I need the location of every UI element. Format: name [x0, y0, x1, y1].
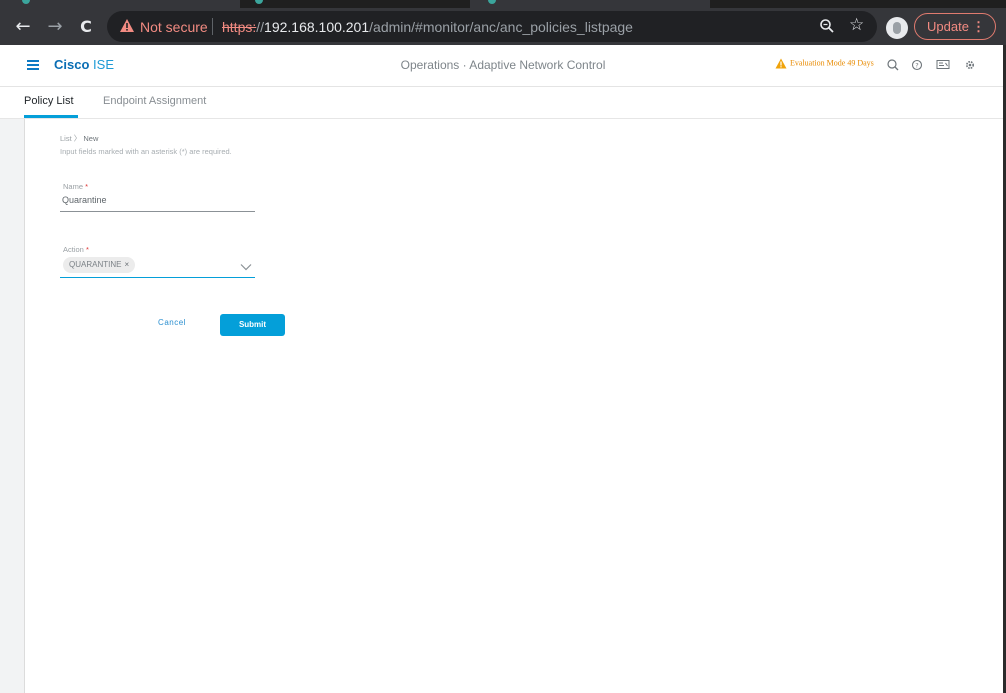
tab-bar: Policy List Endpoint Assignment: [0, 87, 1006, 119]
security-status[interactable]: Not secure: [140, 19, 208, 35]
active-tab-indicator: [24, 115, 78, 118]
action-label: Action *: [63, 245, 89, 254]
browser-toolbar: ← → C Not secure https://192.168.100.201…: [0, 8, 1006, 45]
breadcrumb-separator-icon: 〉: [73, 134, 82, 143]
chevron-down-icon[interactable]: [240, 263, 252, 271]
breadcrumb-current: New: [83, 134, 99, 143]
breadcrumb: List 〉 New: [60, 133, 98, 144]
url-slashes: //: [256, 19, 265, 35]
action-chip: QUARANTINE ×: [63, 257, 136, 273]
reload-icon[interactable]: C: [75, 16, 97, 38]
action-chip-label: QUARANTINE: [69, 260, 122, 269]
profile-avatar-icon[interactable]: [886, 17, 908, 39]
help-icon[interactable]: ?: [909, 57, 925, 73]
warning-icon: [120, 19, 134, 32]
browser-tab-strip: [0, 0, 1006, 8]
evaluation-badge[interactable]: Evaluation Mode 49 Days: [775, 58, 874, 69]
name-label-text: Name: [63, 182, 84, 191]
chip-remove-icon[interactable]: ×: [124, 260, 129, 269]
url-scheme: https:: [222, 19, 257, 35]
app-header: Cisco ISE Operations · Adaptive Network …: [0, 45, 1006, 87]
name-label: Name *: [63, 182, 88, 191]
cancel-button[interactable]: Cancel: [150, 318, 194, 327]
gear-icon[interactable]: [962, 57, 978, 73]
forward-icon[interactable]: →: [44, 16, 66, 38]
required-fields-hint: Input fields marked with an asterisk (*)…: [60, 147, 232, 156]
action-required-mark: *: [85, 245, 89, 254]
action-label-text: Action: [63, 245, 84, 254]
name-field-underline: [60, 211, 255, 212]
menu-dots-icon: ⋮: [972, 19, 985, 34]
warning-triangle-icon: [775, 58, 787, 69]
address-separator: [212, 18, 213, 35]
action-field-underline: [60, 277, 255, 278]
left-rail: [0, 119, 25, 693]
browser-tab[interactable]: [470, 0, 710, 8]
url-path: /admin/#monitor/anc/anc_policies_listpag…: [369, 19, 633, 35]
svg-text:?: ?: [915, 61, 918, 69]
back-icon[interactable]: ←: [12, 16, 34, 38]
name-required-mark: *: [85, 182, 89, 191]
breadcrumb-list-link[interactable]: List: [60, 134, 72, 143]
browser-tab[interactable]: [0, 0, 240, 8]
zoom-icon[interactable]: [819, 18, 835, 34]
update-button-label: Update: [927, 19, 969, 34]
name-field[interactable]: Quarantine: [62, 195, 107, 205]
evaluation-text: Evaluation Mode 49 Days: [790, 58, 874, 68]
update-button[interactable]: Update ⋮: [914, 13, 996, 40]
url-host: 192.168.100.201: [264, 19, 370, 35]
url-text[interactable]: https://192.168.100.201/admin/#monitor/a…: [222, 19, 633, 35]
address-bar[interactable]: Not secure https://192.168.100.201/admin…: [107, 11, 877, 42]
search-icon[interactable]: [885, 57, 901, 73]
tab-endpoint-assignment[interactable]: Endpoint Assignment: [103, 95, 206, 107]
submit-button[interactable]: Submit: [220, 314, 285, 336]
notifications-icon[interactable]: [935, 57, 951, 73]
tab-favicon-icon: [255, 0, 263, 4]
tab-policy-list[interactable]: Policy List: [24, 95, 74, 107]
bookmark-star-icon[interactable]: ☆: [849, 15, 864, 35]
